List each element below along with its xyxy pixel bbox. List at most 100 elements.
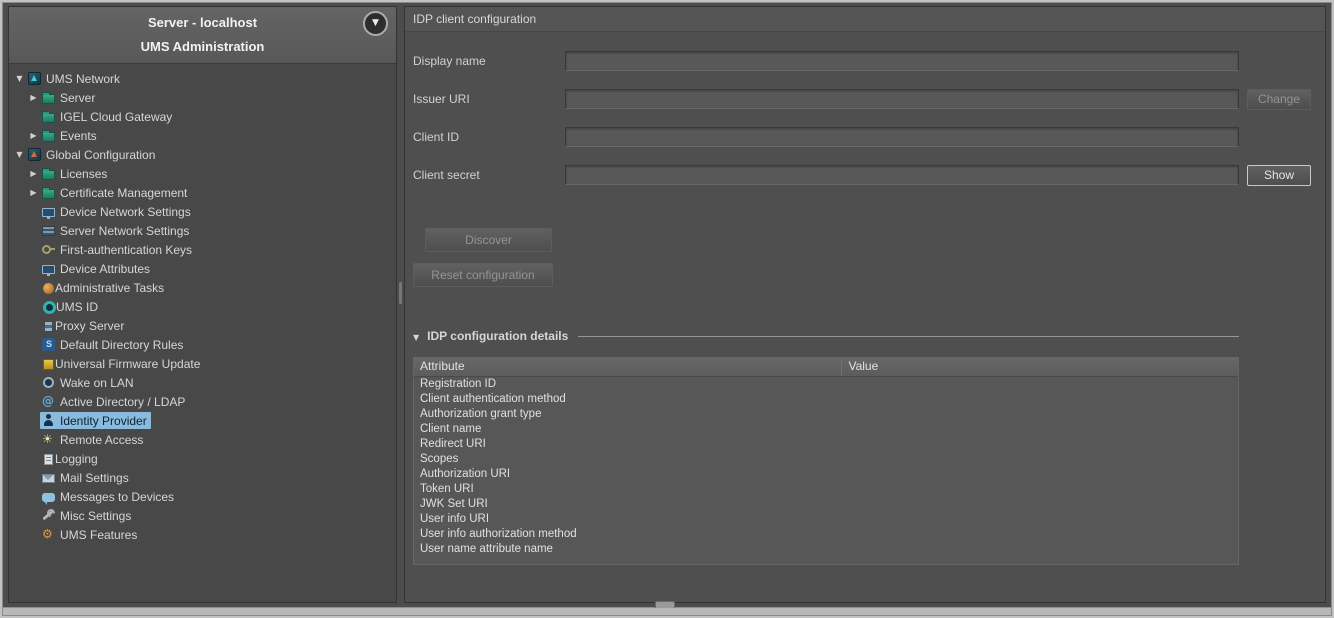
tree-item-content: Certificate Management (40, 184, 191, 201)
tree-item-content: UMS Features (40, 526, 141, 543)
tree-item-content: Events (40, 127, 101, 144)
tree-item[interactable]: ▼ UMS Network (9, 69, 396, 88)
table-row[interactable]: Client name (414, 422, 1238, 437)
tree-item[interactable]: Device Attributes (9, 259, 396, 278)
wake-on-lan-icon (42, 376, 55, 389)
value-column-header[interactable]: Value (842, 358, 1238, 376)
tree-item[interactable]: Messages to Devices (9, 487, 396, 506)
client-secret-input[interactable] (565, 165, 1239, 185)
panel-splitter[interactable] (397, 6, 404, 603)
tree-item-label: Mail Settings (60, 471, 129, 485)
tree-item-label: Default Directory Rules (60, 338, 183, 352)
form-row-client-id: Client ID (413, 126, 1311, 148)
action-buttons: Discover Reset configuration (413, 228, 1311, 287)
collapse-header-button[interactable]: ▼ (363, 11, 388, 36)
ums-network-icon (28, 72, 41, 85)
attribute-cell: Registration ID (414, 377, 842, 392)
section-title: IDP configuration details (427, 329, 568, 343)
tree-item[interactable]: First-authentication Keys (9, 240, 396, 259)
expander-collapsed-icon[interactable]: ▶ (27, 169, 40, 178)
attribute-cell: Scopes (414, 452, 842, 467)
tree-item-content: Identity Provider (40, 412, 151, 429)
tree-item-label: Global Configuration (46, 148, 155, 162)
value-cell (842, 527, 1238, 542)
show-button[interactable]: Show (1247, 165, 1311, 186)
logging-icon (44, 454, 53, 465)
expander-collapsed-icon[interactable]: ▶ (27, 188, 40, 197)
tree-item-label: Proxy Server (55, 319, 124, 333)
misc-settings-icon (42, 509, 55, 522)
expander-expanded-icon[interactable]: ▼ (13, 150, 26, 159)
client-id-input[interactable] (565, 127, 1239, 147)
tree-item[interactable]: Remote Access (9, 430, 396, 449)
table-row[interactable]: JWK Set URI (414, 497, 1238, 512)
table-row[interactable]: Client authentication method (414, 392, 1238, 407)
table-row[interactable]: Authorization grant type (414, 407, 1238, 422)
attribute-cell: Client name (414, 422, 842, 437)
form-row-issuer-uri: Issuer URI Change (413, 88, 1311, 110)
tree-item[interactable]: ▶ Certificate Management (9, 183, 396, 202)
chevron-down-icon: ▼ (372, 19, 379, 28)
tree-item[interactable]: Logging (9, 449, 396, 468)
tree-item[interactable]: Proxy Server (9, 316, 396, 335)
tree-item-label: Wake on LAN (60, 376, 134, 390)
tree-item-content: Universal Firmware Update (40, 355, 204, 372)
reset-configuration-button[interactable]: Reset configuration (413, 263, 553, 287)
value-cell (842, 377, 1238, 392)
tree-item[interactable]: Server Network Settings (9, 221, 396, 240)
tree-item[interactable]: Universal Firmware Update (9, 354, 396, 373)
tree-item-content: IGEL Cloud Gateway (40, 108, 176, 125)
tree-item[interactable]: Administrative Tasks (9, 278, 396, 297)
tree-item[interactable]: Misc Settings (9, 506, 396, 525)
tree-item[interactable]: Active Directory / LDAP (9, 392, 396, 411)
tree-item[interactable]: Identity Provider (9, 411, 396, 430)
tree-item[interactable]: UMS ID (9, 297, 396, 316)
folder-icon (42, 113, 55, 123)
tree-item[interactable]: Wake on LAN (9, 373, 396, 392)
change-button[interactable]: Change (1247, 89, 1311, 110)
value-cell (842, 437, 1238, 452)
attribute-cell: Token URI (414, 482, 842, 497)
table-row[interactable]: Redirect URI (414, 437, 1238, 452)
tree-item-label: Licenses (60, 167, 107, 181)
tree-item-content: Default Directory Rules (40, 336, 187, 353)
key-icon (42, 243, 55, 256)
tree-item-label: Universal Firmware Update (55, 357, 200, 371)
folder-icon (42, 94, 55, 104)
discover-button[interactable]: Discover (425, 228, 552, 252)
tree-item[interactable]: UMS Features (9, 525, 396, 544)
expander-expanded-icon[interactable]: ▼ (13, 74, 26, 83)
table-row[interactable]: Authorization URI (414, 467, 1238, 482)
tree-item-label: First-authentication Keys (60, 243, 192, 257)
tree-item-content: Mail Settings (40, 469, 133, 486)
tree-item[interactable]: ▶ Events (9, 126, 396, 145)
tree-item[interactable]: Mail Settings (9, 468, 396, 487)
tree-item[interactable]: ▼ Global Configuration (9, 145, 396, 164)
table-row[interactable]: User info URI (414, 512, 1238, 527)
tree-item-content: Administrative Tasks (40, 279, 168, 296)
tree-item-label: Server Network Settings (60, 224, 189, 238)
expander-collapsed-icon[interactable]: ▶ (27, 131, 40, 140)
tree-item[interactable]: IGEL Cloud Gateway (9, 107, 396, 126)
table-row[interactable]: User info authorization method (414, 527, 1238, 542)
expander-collapsed-icon[interactable]: ▶ (27, 93, 40, 102)
table-row[interactable]: Scopes (414, 452, 1238, 467)
tree-item[interactable]: ▶ Server (9, 88, 396, 107)
bottom-panel-toggle[interactable] (655, 601, 675, 608)
tree-item-content: Device Attributes (40, 260, 154, 277)
tree-item-content: UMS ID (40, 298, 102, 315)
value-cell (842, 452, 1238, 467)
collapse-triangle-icon (413, 329, 427, 343)
tree-item[interactable]: ▶ Licenses (9, 164, 396, 183)
issuer-uri-input[interactable] (565, 89, 1239, 109)
table-row[interactable]: Token URI (414, 482, 1238, 497)
value-cell (842, 407, 1238, 422)
tree-item[interactable]: Default Directory Rules (9, 335, 396, 354)
attribute-cell: Authorization grant type (414, 407, 842, 422)
tree-item[interactable]: Device Network Settings (9, 202, 396, 221)
idp-details-section-header[interactable]: IDP configuration details (413, 329, 1311, 343)
table-row[interactable]: Registration ID (414, 377, 1238, 392)
attribute-column-header[interactable]: Attribute (414, 358, 842, 376)
table-row[interactable]: User name attribute name (414, 542, 1238, 557)
display-name-input[interactable] (565, 51, 1239, 71)
